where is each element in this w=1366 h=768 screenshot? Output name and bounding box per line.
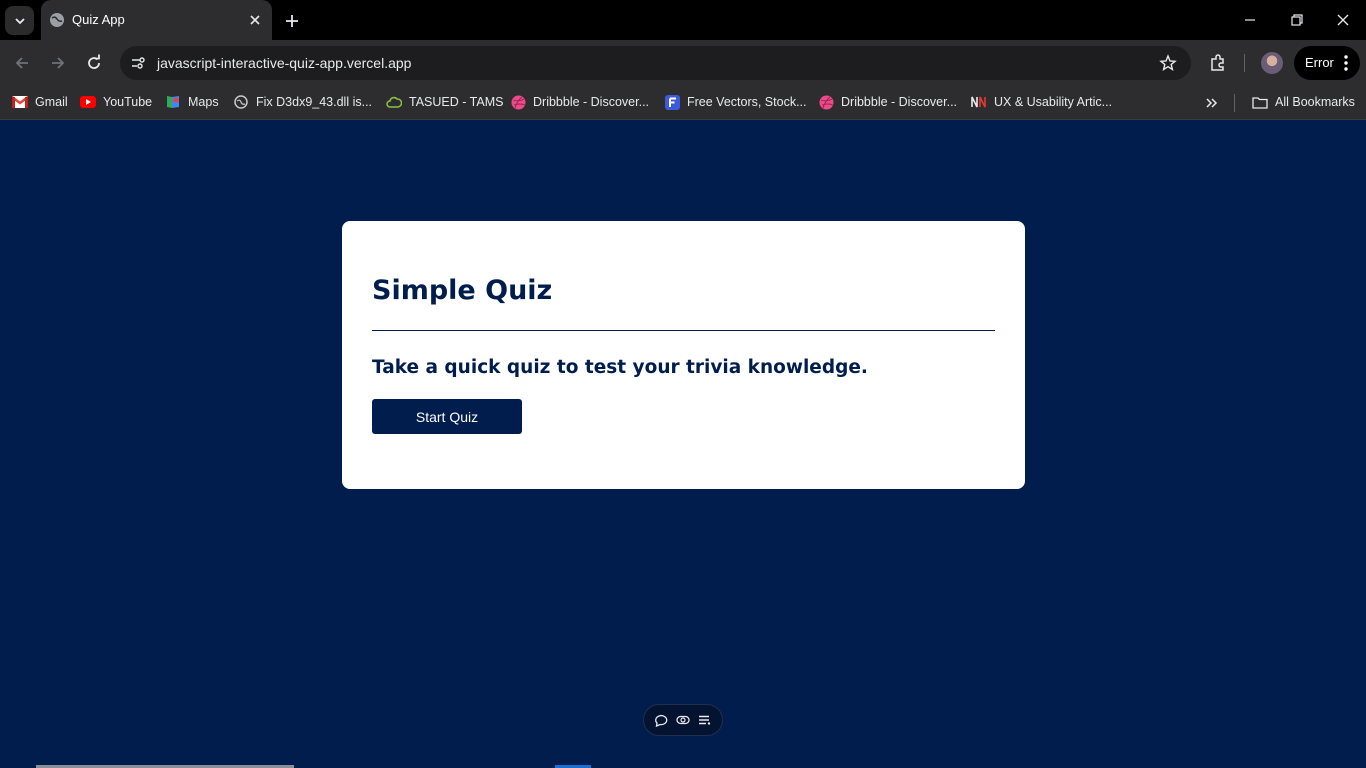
bookmark-freepik[interactable]: Free Vectors, Stock...	[664, 93, 807, 111]
new-tab-icon[interactable]	[282, 11, 302, 31]
tab-search-button[interactable]	[5, 6, 34, 35]
quiz-description: Take a quick quiz to test your trivia kn…	[372, 357, 868, 378]
site-settings-icon[interactable]	[128, 53, 148, 73]
url-text[interactable]: javascript-interactive-quiz-app.vercel.a…	[157, 55, 411, 71]
error-label: Error	[1305, 55, 1334, 70]
bookmark-maps[interactable]: Maps	[165, 93, 219, 111]
window-close-icon[interactable]	[1333, 10, 1353, 30]
reload-icon[interactable]	[84, 53, 104, 73]
youtube-icon	[80, 94, 96, 110]
all-bookmarks-folder[interactable]: All Bookmarks	[1252, 93, 1355, 111]
folder-icon	[1252, 94, 1268, 110]
page-title: Simple Quiz	[372, 275, 553, 306]
globe-icon	[50, 13, 64, 27]
bookmarks-overflow-icon[interactable]	[1203, 94, 1221, 112]
bookmark-dribbble-2[interactable]: Dribbble - Discover...	[818, 93, 957, 111]
comment-icon[interactable]	[654, 712, 670, 728]
bookmarks-bar: Gmail YouTube Maps Fix D3dx9_43.dll is..…	[0, 86, 1366, 120]
nn-icon	[971, 94, 987, 110]
dribbble-icon	[510, 94, 526, 110]
tab-quiz-app[interactable]: Quiz App	[41, 0, 272, 40]
bookmark-ux-usability[interactable]: UX & Usability Artic...	[971, 93, 1112, 111]
gmail-icon	[12, 94, 28, 110]
globe-icon	[233, 94, 249, 110]
toolbar-divider	[1244, 54, 1245, 72]
restore-icon[interactable]	[1287, 10, 1307, 30]
extensions-icon[interactable]	[1207, 52, 1229, 74]
maps-icon	[165, 94, 181, 110]
chevron-down-icon	[14, 17, 25, 24]
bookmark-gmail[interactable]: Gmail	[12, 93, 68, 111]
cloud-icon	[386, 94, 402, 110]
quiz-card: Simple Quiz Take a quick quiz to test yo…	[342, 221, 1025, 489]
start-quiz-button[interactable]: Start Quiz	[372, 399, 522, 434]
close-icon[interactable]	[247, 12, 263, 28]
floating-toolbar	[643, 704, 723, 736]
tab-title: Quiz App	[72, 12, 125, 27]
profile-avatar[interactable]	[1261, 52, 1283, 74]
bookmark-dribbble-1[interactable]: Dribbble - Discover...	[510, 93, 649, 111]
toggle-visibility-icon[interactable]	[675, 712, 691, 728]
bookmark-star-icon[interactable]	[1158, 53, 1178, 73]
freepik-icon	[664, 94, 680, 110]
more-menu-icon[interactable]	[1338, 53, 1354, 73]
dribbble-icon	[818, 94, 834, 110]
forward-arrow-icon[interactable]	[48, 53, 68, 73]
bookmark-youtube[interactable]: YouTube	[80, 93, 152, 111]
minimize-icon[interactable]	[1240, 10, 1260, 30]
menu-list-icon[interactable]	[696, 712, 712, 728]
bookmark-fix-d3dx9[interactable]: Fix D3dx9_43.dll is...	[233, 93, 372, 111]
address-bar[interactable]: javascript-interactive-quiz-app.vercel.a…	[120, 46, 1191, 80]
tab-strip: Quiz App	[0, 0, 1366, 40]
bookmark-tasued[interactable]: TASUED - TAMS	[386, 93, 503, 111]
back-arrow-icon[interactable]	[12, 53, 32, 73]
browser-toolbar: javascript-interactive-quiz-app.vercel.a…	[0, 40, 1366, 86]
page-viewport: Simple Quiz Take a quick quiz to test yo…	[0, 121, 1366, 768]
profile-error-button[interactable]: Error	[1294, 46, 1360, 80]
divider	[372, 330, 995, 331]
bookmarks-divider	[1234, 94, 1235, 112]
